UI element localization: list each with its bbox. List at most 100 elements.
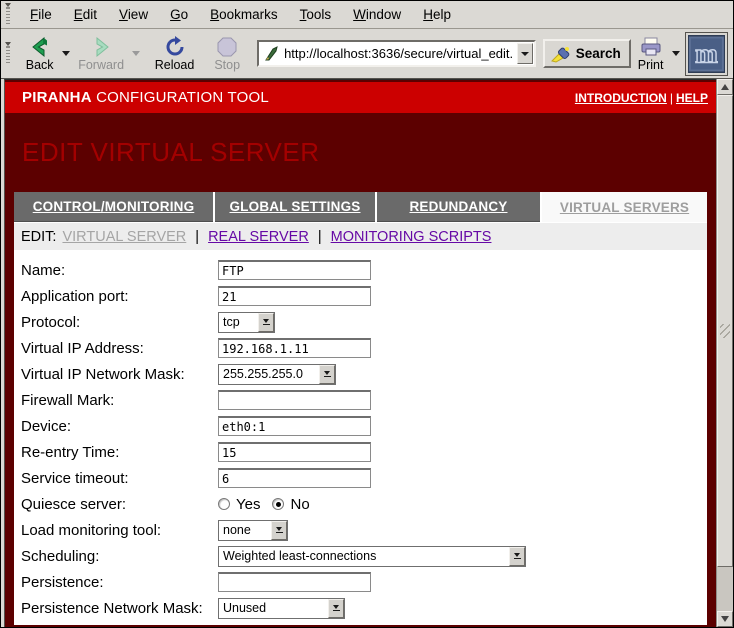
print-icon — [639, 36, 663, 58]
reentry-time-label: Re-entry Time: — [21, 444, 218, 461]
arrow-down-icon — [721, 616, 729, 622]
subnav-virtual-server: VIRTUAL SERVER — [62, 229, 186, 245]
dropdown-arrow-icon — [319, 365, 335, 384]
config-panel: CONTROL/MONITORING GLOBAL SETTINGS REDUN… — [14, 192, 707, 625]
form-row-load-monitoring: Load monitoring tool: none — [21, 517, 707, 543]
reload-label: Reload — [155, 58, 195, 72]
form-row-application-port: Application port: — [21, 283, 707, 309]
virtual-server-form: Name: Application port: Protocol: tcp — [14, 250, 707, 621]
virtual-ip-mask-value: 255.255.255.0 — [219, 367, 319, 381]
search-button[interactable]: Search — [543, 39, 631, 68]
throbber-button[interactable]: m — [685, 32, 728, 76]
browser-window: File Edit View Go Bookmarks Tools Window… — [0, 0, 734, 628]
menu-window[interactable]: Window — [342, 3, 412, 26]
quiesce-yes-radio[interactable] — [218, 498, 230, 510]
toolbar-grippy[interactable] — [4, 43, 13, 65]
reentry-time-field[interactable] — [218, 442, 371, 462]
app-title-rest: CONFIGURATION TOOL — [92, 89, 269, 106]
print-label: Print — [638, 58, 664, 72]
piranha-page: PIRANHA CONFIGURATION TOOL INTRODUCTION |… — [4, 79, 716, 627]
app-title-bold: PIRANHA — [22, 89, 92, 106]
piranha-header-bar: PIRANHA CONFIGURATION TOOL INTRODUCTION|… — [5, 82, 716, 113]
subnav-real-server-link[interactable]: REAL SERVER — [208, 229, 309, 245]
scheduling-label: Scheduling: — [21, 548, 218, 565]
scrollbar-track[interactable] — [717, 567, 733, 611]
chevron-down-icon — [521, 52, 529, 56]
stop-button[interactable]: Stop — [207, 33, 247, 74]
print-button[interactable]: Print — [631, 33, 671, 74]
back-history-dropdown[interactable] — [61, 39, 72, 69]
tab-virtual-servers[interactable]: VIRTUAL SERVERS — [542, 192, 707, 222]
search-label: Search — [576, 46, 621, 61]
virtual-ip-label: Virtual IP Address: — [21, 340, 218, 357]
back-label: Back — [26, 58, 54, 72]
reload-button[interactable]: Reload — [148, 33, 202, 74]
menu-edit[interactable]: Edit — [63, 3, 108, 26]
menu-view[interactable]: View — [108, 3, 159, 26]
app-title: PIRANHA CONFIGURATION TOOL — [22, 89, 269, 106]
page-title-area: EDIT VIRTUAL SERVER — [5, 113, 716, 192]
mozilla-logo-icon: m — [688, 35, 725, 73]
load-monitoring-select[interactable]: none — [218, 520, 288, 541]
menu-go[interactable]: Go — [159, 3, 199, 26]
help-link[interactable]: HELP — [676, 91, 708, 105]
scheduling-value: Weighted least-connections — [219, 549, 509, 563]
form-row-quiesce-server: Quiesce server: Yes No — [21, 491, 707, 517]
forward-button[interactable]: Forward — [71, 33, 131, 74]
form-row-reentry-time: Re-entry Time: — [21, 439, 707, 465]
persistence-label: Persistence: — [21, 574, 218, 591]
url-bar — [257, 40, 536, 67]
quiesce-server-label: Quiesce server: — [21, 496, 218, 513]
name-field[interactable] — [218, 260, 371, 280]
scheduling-select[interactable]: Weighted least-connections — [218, 546, 526, 567]
device-field[interactable] — [218, 416, 371, 436]
url-dropdown-button[interactable] — [517, 43, 533, 64]
menu-help[interactable]: Help — [412, 3, 462, 26]
virtual-ip-mask-select[interactable]: 255.255.255.0 — [218, 364, 336, 385]
thumb-grip-icon — [720, 324, 730, 338]
navigation-toolbar: Back Forward Reload Stop — [1, 29, 733, 79]
tab-redundancy[interactable]: REDUNDANCY — [377, 192, 540, 222]
virtual-ip-mask-label: Virtual IP Network Mask: — [21, 366, 218, 383]
protocol-select[interactable]: tcp — [218, 312, 275, 333]
form-row-scheduling: Scheduling: Weighted least-connections — [21, 543, 707, 569]
forward-history-dropdown[interactable] — [131, 39, 142, 69]
firewall-mark-field[interactable] — [218, 390, 371, 410]
form-row-virtual-ip: Virtual IP Address: — [21, 335, 707, 361]
menu-tools[interactable]: Tools — [289, 3, 343, 26]
bookmark-page-icon — [263, 46, 281, 62]
form-row-persistence: Persistence: — [21, 569, 707, 595]
arrow-up-icon — [721, 84, 729, 90]
dropdown-arrow-icon — [509, 547, 525, 566]
dropdown-arrow-icon — [258, 313, 274, 332]
persistence-field[interactable] — [218, 572, 371, 592]
quiesce-no-radio[interactable] — [272, 498, 284, 510]
scrollbar-thumb[interactable] — [717, 95, 733, 567]
subnav-monitoring-scripts-link[interactable]: MONITORING SCRIPTS — [331, 229, 492, 245]
menu-file[interactable]: File — [19, 3, 63, 26]
forward-icon — [89, 36, 113, 58]
tab-global-settings[interactable]: GLOBAL SETTINGS — [215, 192, 375, 222]
menu-bar: File Edit View Go Bookmarks Tools Window… — [1, 1, 733, 29]
virtual-ip-field[interactable] — [218, 338, 371, 358]
persistence-mask-label: Persistence Network Mask: — [21, 600, 218, 617]
application-port-field[interactable] — [218, 286, 371, 306]
svg-text:m: m — [695, 38, 718, 68]
reload-icon — [163, 36, 187, 58]
tab-control-monitoring[interactable]: CONTROL/MONITORING — [14, 192, 213, 222]
back-button[interactable]: Back — [19, 33, 61, 74]
form-row-firewall-mark: Firewall Mark: — [21, 387, 707, 413]
scroll-down-button[interactable] — [717, 611, 733, 627]
print-dropdown[interactable] — [670, 39, 681, 69]
edit-subnav: EDIT: VIRTUAL SERVER | REAL SERVER | MON… — [14, 223, 707, 250]
introduction-link[interactable]: INTRODUCTION — [575, 91, 667, 105]
menu-bookmarks[interactable]: Bookmarks — [199, 3, 289, 26]
back-icon — [28, 36, 52, 58]
service-timeout-field[interactable] — [218, 468, 371, 488]
url-input[interactable] — [283, 42, 517, 65]
subnav-separator: | — [192, 229, 202, 245]
load-monitoring-value: none — [219, 523, 271, 537]
scroll-up-button[interactable] — [717, 79, 733, 95]
persistence-mask-select[interactable]: Unused — [218, 598, 345, 619]
menubar-grippy[interactable] — [4, 4, 13, 26]
